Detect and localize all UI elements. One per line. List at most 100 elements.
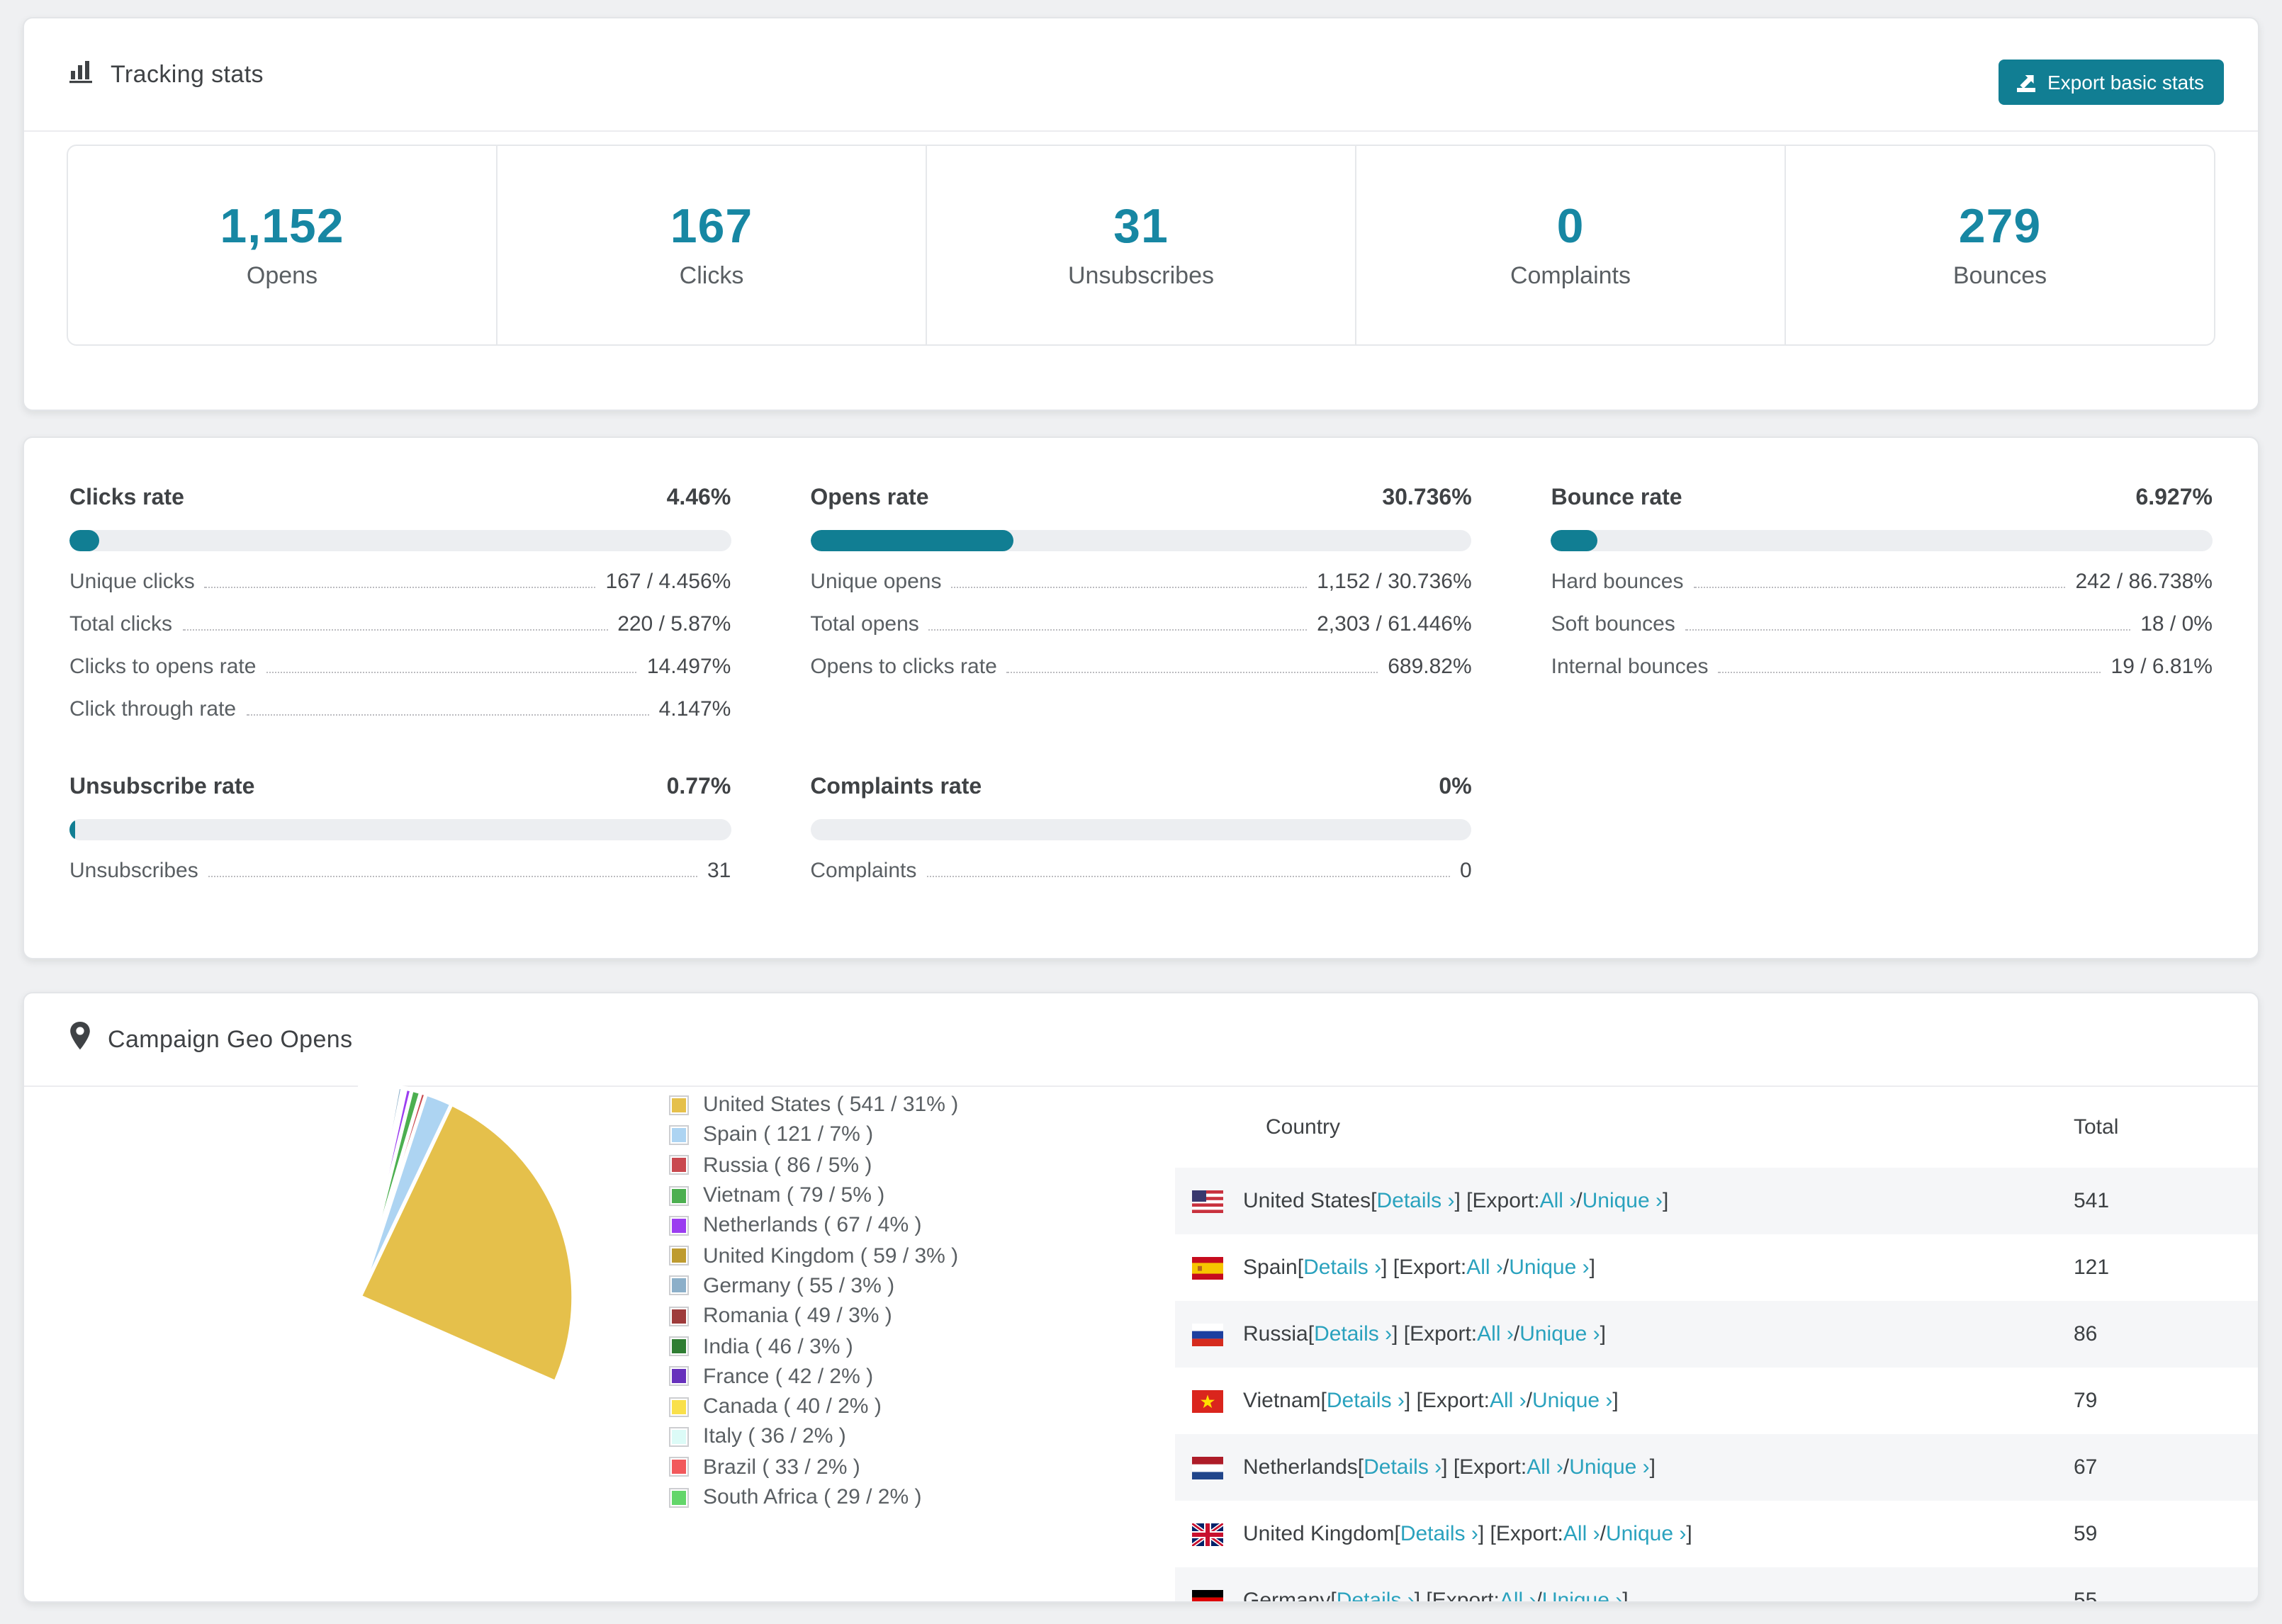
complaints-count: 0 [1556,200,1585,254]
unsubscribes-count: 31 [1113,200,1169,254]
country-name: Russia [1243,1322,1308,1346]
legend-swatch [670,1307,687,1325]
export-button-label: Export basic stats [2047,71,2204,94]
bracket: ] [1649,1455,1656,1479]
export-unique-link[interactable]: Unique › [1532,1389,1612,1413]
bounces-label: Bounces [1952,262,2047,289]
geo-opens-title: Campaign Geo Opens [69,1022,353,1057]
export-all-link[interactable]: All › [1477,1322,1514,1346]
geo-opens-pie-chart[interactable] [140,1077,580,1516]
slash: / [1526,1389,1532,1413]
export-all-link[interactable]: All › [1527,1455,1563,1479]
complaints-rate-title: Complaints rate [810,775,982,799]
bracket: [ [1394,1522,1400,1546]
geo-table-row-vn: Vietnam [Details ›] [Export: All › / Uni… [1175,1368,2258,1434]
stat-line: Click through rate 4.147% [69,697,731,721]
export-unique-link[interactable]: Unique › [1519,1322,1600,1346]
export-unique-link[interactable]: Unique › [1583,1189,1663,1213]
legend-item-united-states: United States ( 541 / 31% ) [669,1090,958,1120]
export-prefix: ] [Export: [1414,1589,1500,1603]
details-link[interactable]: Details › [1376,1189,1454,1213]
legend-item-india: India ( 46 / 3% ) [669,1331,958,1362]
geo-opens-legend: United States ( 541 / 31% ) Spain ( 121 /… [669,1090,958,1512]
total-column-header: Total [2074,1115,2119,1139]
clicks-rate-bar [69,530,731,551]
clicks-rate-panel: Clicks rate 4.46% Unique clicks 167 / 4.4… [69,486,731,721]
stat-unsubscribes: 31 Unsubscribes [926,146,1355,344]
geo-opens-title-text: Campaign Geo Opens [108,1025,353,1052]
details-link[interactable]: Details › [1337,1589,1415,1601]
bracket: [ [1371,1189,1377,1213]
geo-table-row-nl: Netherlands [Details ›] [Export: All › /… [1175,1434,2258,1501]
export-prefix: ] [Export: [1441,1455,1527,1479]
stat-opens: 1,152 Opens [68,146,496,344]
tracking-stats-title: Tracking stats [69,59,264,90]
geo-opens-header: Campaign Geo Opens [24,993,2258,1087]
country-total: 541 [2074,1189,2110,1213]
legend-item-canada: Canada ( 40 / 2% ) [669,1392,958,1422]
legend-swatch [670,1187,687,1205]
unsubscribe-rate-title: Unsubscribe rate [69,775,255,799]
unsubscribe-rate-value: 0.77% [666,775,731,799]
opens-label: Opens [246,262,318,289]
export-all-link[interactable]: All › [1500,1589,1536,1601]
country-name: Netherlands [1243,1455,1358,1479]
bracket: [ [1320,1389,1327,1413]
geo-table-row-ru: Russia [Details ›] [Export: All › / Uniq… [1175,1301,2258,1368]
legend-swatch [670,1368,687,1385]
export-unique-link[interactable]: Unique › [1606,1522,1686,1546]
country-total: 121 [2074,1256,2110,1280]
export-unique-link[interactable]: Unique › [1509,1256,1589,1280]
export-all-link[interactable]: All › [1490,1389,1527,1413]
country-name: United States [1243,1189,1371,1213]
export-unique-link[interactable]: Unique › [1569,1455,1649,1479]
vn-flag-icon [1192,1389,1223,1412]
country-total: 59 [2074,1522,2098,1546]
stat-line: Unsubscribes 31 [69,859,731,883]
country-name: United Kingdom [1243,1522,1395,1546]
export-basic-stats-button[interactable]: Export basic stats [1998,60,2224,105]
stat-bounces: 279 Bounces [1784,146,2214,344]
legend-swatch [670,1428,687,1445]
clicks-label: Clicks [679,262,744,289]
slash: / [1576,1189,1583,1213]
export-all-link[interactable]: All › [1563,1522,1600,1546]
legend-swatch [670,1096,687,1114]
geo-table-header: Country Total [1175,1087,2258,1168]
legend-item-italy: Italy ( 36 / 2% ) [669,1422,958,1453]
legend-swatch [670,1156,687,1174]
bounce-rate-panel: Bounce rate 6.927% Hard bounces 242 / 86.… [1551,486,2213,721]
stat-line: Total clicks 220 / 5.87% [69,612,731,636]
rates-card: Clicks rate 4.46% Unique clicks 167 / 4.4… [23,436,2259,959]
stat-line: Unique opens 1,152 / 30.736% [810,570,1472,594]
opens-rate-title: Opens rate [810,486,929,510]
details-link[interactable]: Details › [1314,1322,1392,1346]
stat-line: Internal bounces 19 / 6.81% [1551,655,2213,679]
page: Tracking stats Export basic stats 1,152 … [0,0,2282,1624]
details-link[interactable]: Details › [1303,1256,1381,1280]
details-link[interactable]: Details › [1400,1522,1478,1546]
legend-item-romania: Romania ( 49 / 3% ) [669,1301,958,1331]
details-link[interactable]: Details › [1327,1389,1405,1413]
clicks-rate-title: Clicks rate [69,486,184,510]
export-all-link[interactable]: All › [1540,1189,1577,1213]
bracket: ] [1686,1522,1692,1546]
country-column-header: Country [1266,1115,1341,1139]
legend-item-netherlands: Netherlands ( 67 / 4% ) [669,1210,958,1241]
bracket: [ [1330,1589,1337,1603]
stat-line: Hard bounces 242 / 86.738% [1551,570,2213,594]
country-total: 55 [2074,1589,2098,1603]
stat-line: Clicks to opens rate 14.497% [69,655,731,679]
export-all-link[interactable]: All › [1466,1256,1503,1280]
geo-table-row-es: Spain [Details ›] [Export: All › / Uniqu… [1175,1234,2258,1301]
details-link[interactable]: Details › [1364,1455,1441,1479]
stat-line: Complaints 0 [810,859,1472,883]
clicks-count: 167 [670,200,753,254]
slash: / [1536,1589,1542,1603]
export-unique-link[interactable]: Unique › [1542,1589,1622,1601]
slash: / [1600,1522,1606,1546]
country-name: Germany [1243,1589,1331,1603]
bracket: ] [1600,1322,1606,1346]
legend-item-brazil: Brazil ( 33 / 2% ) [669,1452,958,1482]
opens-rate-value: 30.736% [1382,486,1472,510]
